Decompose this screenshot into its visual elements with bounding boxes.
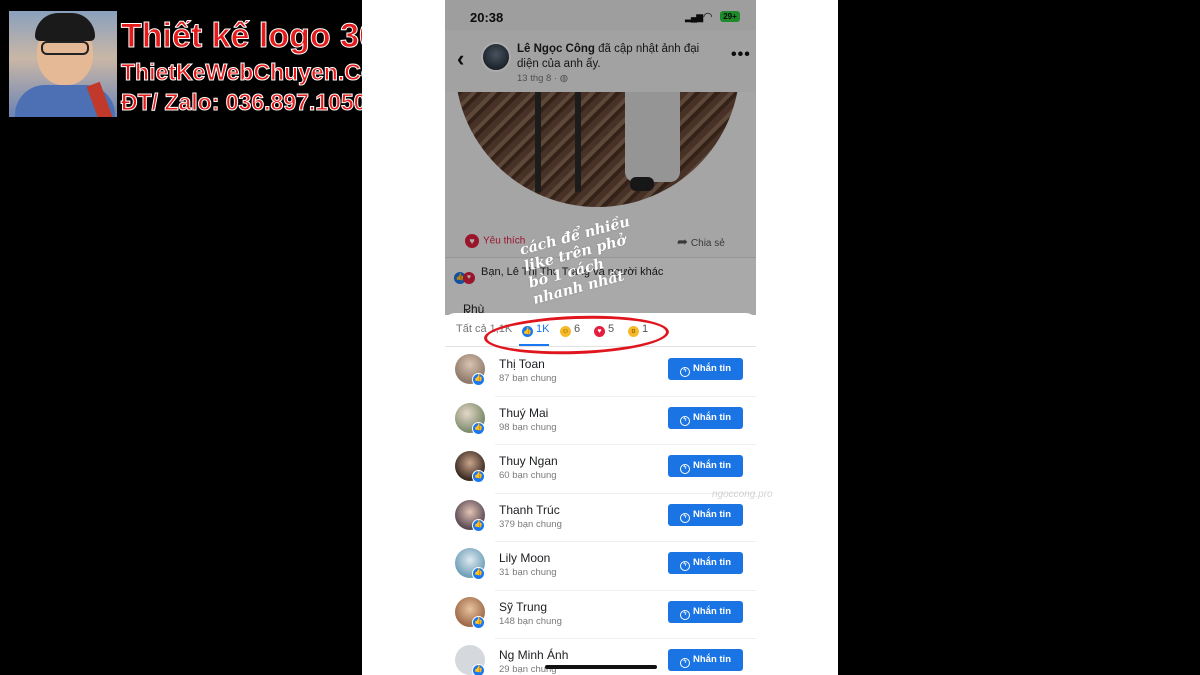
list-item[interactable]: 👍 Thuý Mai 98 bạn chung ϟ Nhắn tin	[455, 397, 756, 445]
like-badge-icon: 👍	[472, 470, 485, 483]
message-button[interactable]: ϟ Nhắn tin	[668, 358, 743, 380]
right-margin	[756, 0, 838, 675]
message-button-label: Nhắn tin	[693, 411, 731, 423]
home-indicator[interactable]	[545, 665, 657, 669]
messenger-icon: ϟ	[680, 415, 690, 426]
like-badge-icon: 👍	[472, 518, 485, 532]
like-badge-icon: 👍	[472, 421, 485, 435]
list-item[interactable]: 👍 Thuy Ngan 60 bạn chung ϟ Nhắn tin	[455, 445, 756, 494]
person-name[interactable]: Thanh Trúc	[499, 503, 560, 517]
messenger-icon: ϟ	[680, 367, 690, 377]
message-button-label: Nhắn tin	[693, 557, 731, 568]
like-badge-icon: 👍	[472, 567, 485, 580]
list-item[interactable]: 👍 Sỹ Trung 148 bạn chung ϟ Nhắn tin	[455, 591, 756, 639]
reactions-sheet: Tất cả 1,1K 👍 1K ☺ 6 ♥ 5 o1 👍 Thị Toan 87 b…	[445, 313, 756, 675]
message-button[interactable]: ϟ Nhắn tin	[668, 552, 743, 574]
message-button[interactable]: ϟ Nhắn tin	[668, 406, 743, 429]
mutual-friends: 98 bạn chung	[499, 421, 557, 433]
person-name[interactable]: Thuý Mai	[499, 406, 548, 420]
list-item[interactable]: 👍 Thanh Trúc 379 bạn chung ϟ Nhắn tin	[455, 494, 756, 542]
message-button[interactable]: ϟ Nhắn tin	[668, 503, 743, 526]
like-badge-icon: 👍	[472, 664, 485, 675]
person-name[interactable]: Thị Toan	[499, 357, 545, 371]
message-button-label: Nhắn tin	[693, 508, 731, 520]
message-button[interactable]: ϟ Nhắn tin	[668, 649, 743, 671]
message-button-label: Nhắn tin	[693, 654, 731, 665]
message-button-label: Nhắn tin	[693, 460, 731, 471]
list-item[interactable]: 👍 Ng Minh Ánh 29 bạn chung ϟ Nhắn tin	[455, 639, 756, 675]
person-name[interactable]: Ng Minh Ánh	[499, 648, 568, 662]
left-margin	[362, 0, 445, 675]
list-item[interactable]: 👍 Lily Moon 31 bạn chung ϟ Nhắn tin	[455, 542, 756, 591]
person-name[interactable]: Sỹ Trung	[499, 600, 547, 614]
person-name[interactable]: Thuy Ngan	[499, 454, 558, 468]
message-button-label: Nhắn tin	[693, 605, 731, 617]
mutual-friends: 87 bạn chung	[499, 373, 557, 384]
messenger-icon: ϟ	[680, 609, 690, 620]
list-item[interactable]: 👍 Thị Toan 87 bạn chung ϟ Nhắn tin	[455, 348, 756, 397]
person-name[interactable]: Lily Moon	[499, 551, 550, 565]
promo-photo	[9, 11, 117, 117]
message-button[interactable]: ϟ Nhắn tin	[668, 600, 743, 623]
like-badge-icon: 👍	[472, 615, 485, 629]
mutual-friends: 148 bạn chung	[499, 615, 562, 627]
promo-site: ThietKeWebChuyen.Com	[120, 59, 396, 86]
messenger-icon: ϟ	[680, 561, 690, 571]
mutual-friends: 379 bạn chung	[499, 518, 562, 530]
message-button[interactable]: ϟ Nhắn tin	[668, 455, 743, 477]
messenger-icon: ϟ	[680, 512, 690, 523]
message-button-label: Nhắn tin	[693, 363, 731, 374]
messenger-icon: ϟ	[680, 464, 690, 474]
watermark: ngoccong.pro	[712, 489, 773, 500]
promo-phone: ĐT/ Zalo: 036.897.1050	[120, 89, 367, 116]
like-badge-icon: 👍	[472, 373, 485, 386]
mutual-friends: 31 bạn chung	[499, 567, 557, 578]
messenger-icon: ϟ	[680, 658, 690, 668]
people-list: 👍 Thị Toan 87 bạn chung ϟ Nhắn tin 👍 Thuý…	[445, 348, 756, 675]
mutual-friends: 60 bạn chung	[499, 470, 557, 481]
